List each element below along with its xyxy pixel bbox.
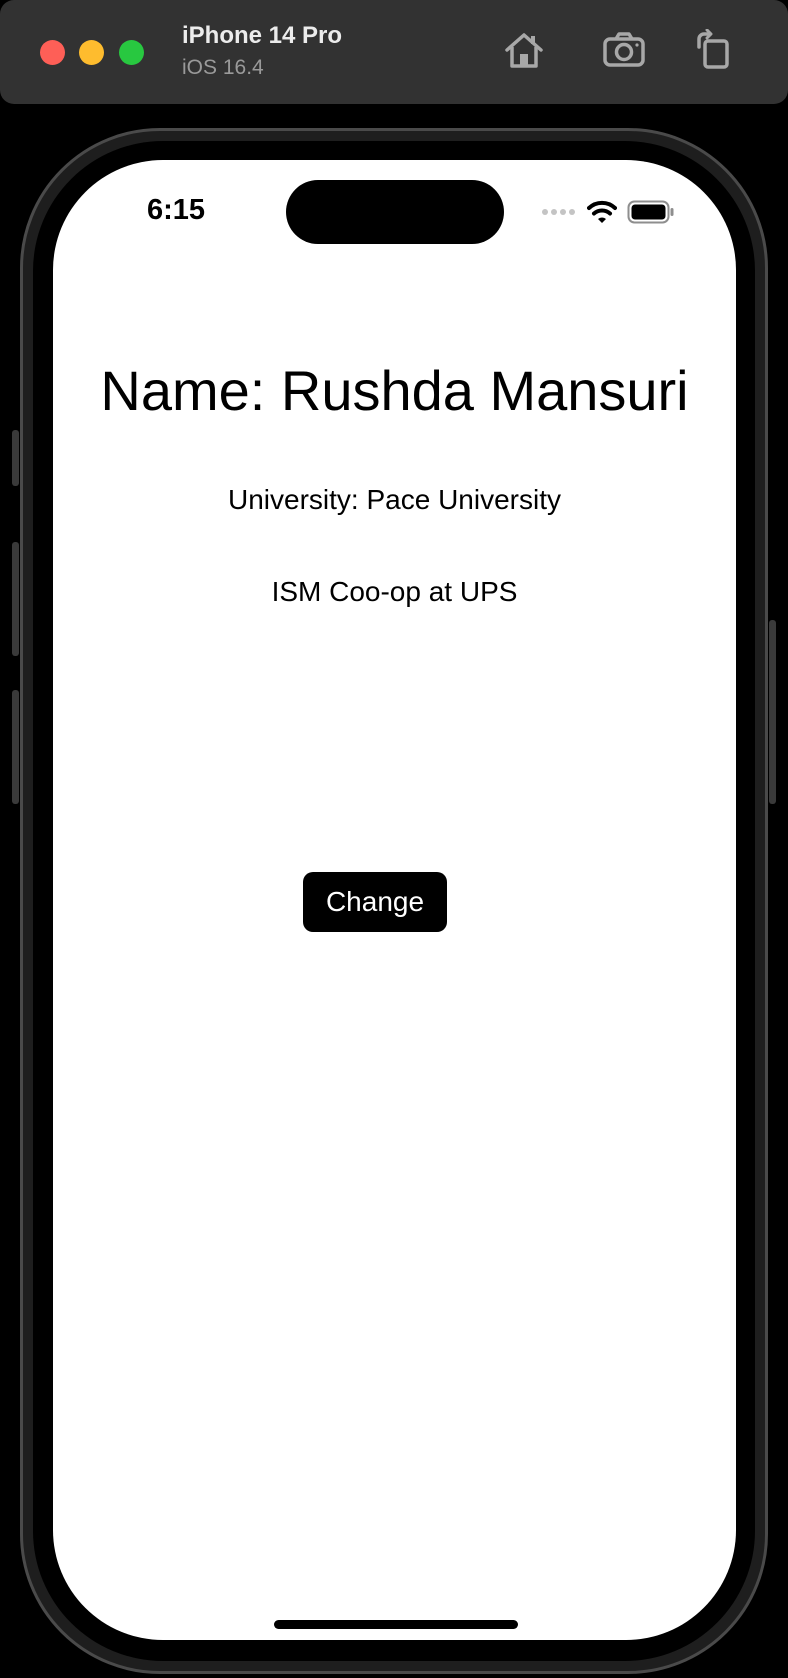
simulator-titlebar: iPhone 14 Pro iOS 16.4 [0, 0, 788, 104]
device-name: iPhone 14 Pro [182, 22, 343, 49]
camera-icon [603, 32, 645, 67]
role-label: ISM Coo-op at UPS [271, 576, 518, 607]
home-icon [505, 33, 543, 68]
home-indicator[interactable] [274, 1620, 518, 1629]
wifi-icon [587, 200, 617, 223]
status-time: 6:15 [147, 194, 206, 226]
rotate-button[interactable] [690, 26, 738, 74]
name-label: Name: Rushda Mansuri [100, 359, 689, 422]
home-button[interactable] [500, 26, 548, 74]
silent-switch [12, 430, 19, 486]
close-window-button[interactable] [40, 40, 65, 65]
minimize-window-button[interactable] [79, 40, 104, 65]
volume-up-side-button [12, 542, 19, 656]
university-label: University: Pace University [228, 484, 561, 515]
device-os-version: iOS 16.4 [182, 56, 264, 79]
dynamic-island [286, 180, 504, 244]
zoom-window-button[interactable] [119, 40, 144, 65]
status-icons [541, 198, 675, 226]
rotate-icon [697, 29, 729, 69]
battery-icon [627, 200, 674, 224]
change-button[interactable]: Change [303, 872, 447, 932]
signal-dots-icon [542, 209, 575, 215]
screenshot-button[interactable] [600, 26, 648, 74]
device-screen: 6:15 Name: Rushda Mansuri University: Pa… [53, 160, 736, 1640]
simulator-window: iPhone 14 Pro iOS 16.4 6:15 Name: Rushda… [0, 0, 788, 1678]
power-side-button [769, 620, 776, 804]
volume-down-side-button [12, 690, 19, 804]
